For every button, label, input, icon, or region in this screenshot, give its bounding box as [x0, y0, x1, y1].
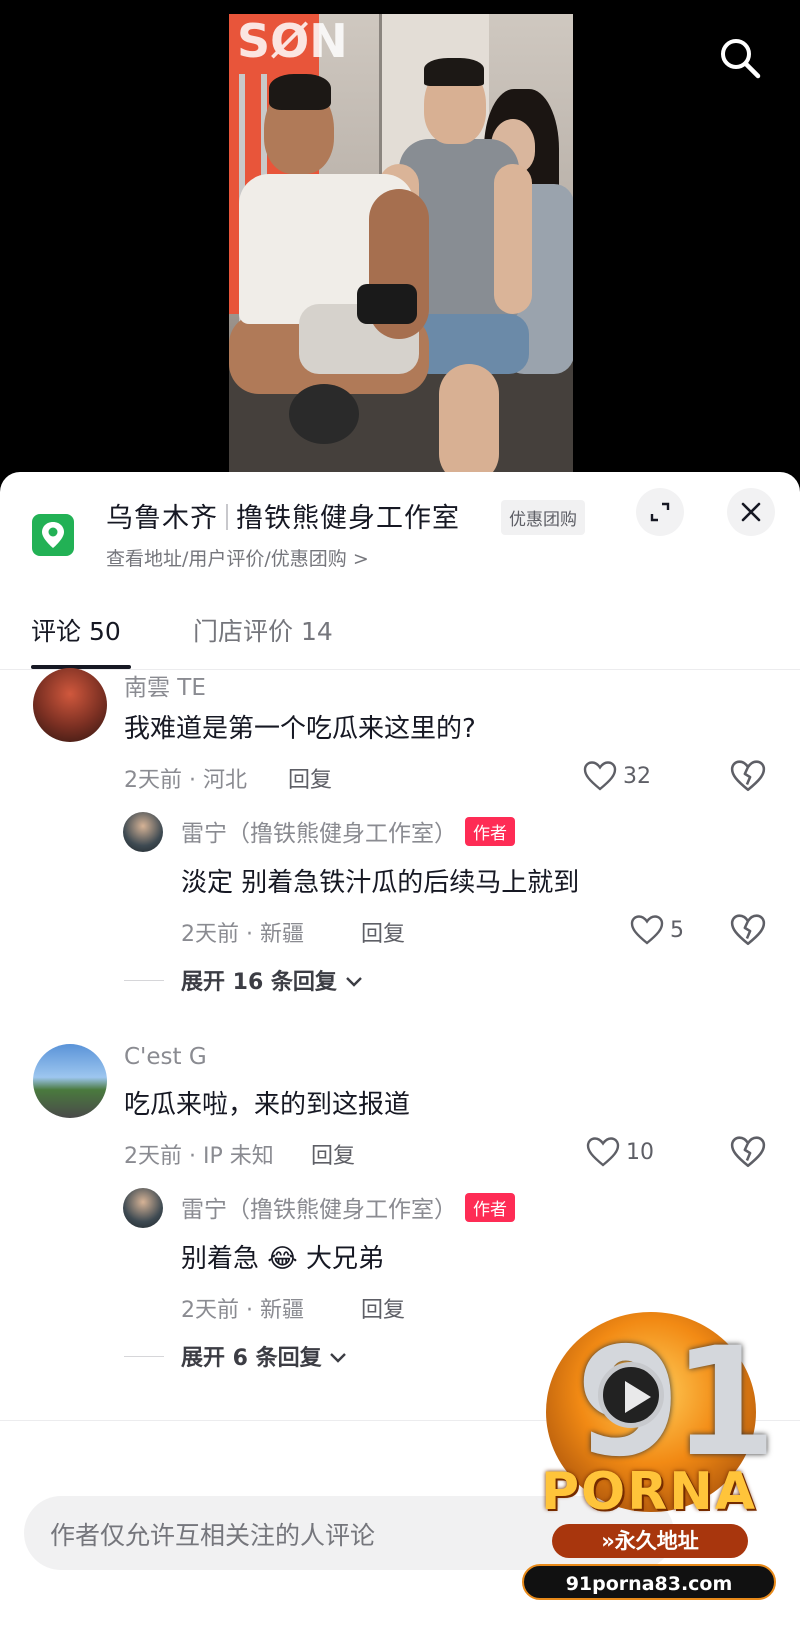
dislike-button[interactable] — [730, 1134, 766, 1170]
like-button[interactable]: 10 — [586, 1132, 654, 1172]
poi-name: 撸铁熊健身工作室 — [236, 503, 460, 534]
watermark-logo: 91 PORNA »永久地址 91porna83.com — [516, 1312, 782, 1602]
like-count: 32 — [623, 763, 651, 789]
expand-divider — [124, 980, 164, 981]
poi-city: 乌鲁木齐 — [106, 503, 218, 534]
like-button[interactable]: 5 — [630, 910, 684, 950]
author-badge: 作者 — [465, 817, 515, 846]
comment-author[interactable]: 南雲 TE — [124, 668, 206, 702]
like-count: 5 — [670, 917, 684, 943]
reply-meta: 2天前 · 新疆 — [181, 922, 304, 947]
author-badge: 作者 — [465, 1193, 515, 1222]
reply-button[interactable]: 回复 — [361, 916, 405, 948]
expand-replies-button[interactable]: 展开 6 条回复 — [181, 1340, 347, 1372]
reply-button[interactable]: 回复 — [311, 1138, 355, 1170]
person-2-legs — [439, 364, 499, 476]
video-frame[interactable]: SØN — [229, 14, 573, 476]
expand-button[interactable] — [636, 488, 684, 536]
expand-icon — [650, 502, 670, 522]
poi-card[interactable]: 乌鲁木齐 撸铁熊健身工作室 优惠团购 查看地址/用户评价/优惠团购 > — [0, 472, 800, 592]
heart-icon — [583, 761, 617, 791]
comment-item: 南雲 TE 我难道是第一个吃瓜来这里的? 2天前 · 河北 回复 32 雷宁（撸… — [0, 668, 800, 1008]
person-1-armband — [357, 284, 417, 324]
person-2-arm — [494, 164, 532, 314]
expand-divider — [124, 1356, 164, 1357]
search-icon — [721, 39, 761, 79]
poi-title[interactable]: 乌鲁木齐 撸铁熊健身工作室 — [106, 496, 460, 535]
chevron-down-icon — [345, 977, 362, 987]
expand-replies-button[interactable]: 展开 16 条回复 — [181, 964, 363, 996]
comment-text[interactable]: 我难道是第一个吃瓜来这里的? — [124, 708, 476, 745]
poi-divider — [226, 504, 228, 530]
reply-text[interactable]: 别着急 😂 大兄弟 — [181, 1238, 384, 1275]
like-count: 10 — [626, 1139, 654, 1165]
avatar[interactable] — [123, 1188, 163, 1228]
heart-icon — [630, 915, 664, 945]
group-buy-badge[interactable]: 优惠团购 — [501, 500, 585, 535]
dislike-button[interactable] — [730, 912, 766, 948]
reply-author[interactable]: 雷宁（撸铁熊健身工作室） 作者 — [181, 814, 515, 848]
search-button[interactable] — [716, 34, 764, 82]
person-2-hair — [424, 58, 484, 86]
location-pin-icon — [32, 514, 74, 556]
dislike-button[interactable] — [730, 758, 766, 794]
tab-comments[interactable]: 评论 50 — [31, 612, 121, 670]
reply-button[interactable]: 回复 — [288, 762, 332, 794]
reply-button[interactable]: 回复 — [361, 1292, 405, 1324]
broken-heart-icon — [730, 914, 766, 946]
reply-item: 雷宁（撸铁熊健身工作室） 作者 淡定 别着急铁汁瓜的后续马上就到 2天前 · 新疆… — [0, 812, 800, 962]
tab-store-reviews[interactable]: 门店评价 14 — [193, 612, 333, 670]
close-icon — [741, 502, 761, 522]
comment-text[interactable]: 吃瓜来啦，来的到这报道 — [124, 1084, 410, 1121]
tab-bar: 评论 50 门店评价 14 — [0, 612, 800, 670]
comment-meta: 2天前 · IP 未知 — [124, 1144, 274, 1169]
comment-meta: 2天前 · 河北 — [124, 768, 247, 793]
dumbbell — [289, 384, 359, 444]
close-button[interactable] — [727, 488, 775, 536]
heart-icon — [586, 1137, 620, 1167]
logo-tagline: »永久地址 — [552, 1524, 748, 1558]
reply-meta: 2天前 · 新疆 — [181, 1298, 304, 1323]
logo-url: 91porna83.com — [522, 1564, 776, 1600]
person-1-hair — [269, 74, 331, 110]
avatar[interactable] — [33, 1044, 107, 1118]
reply-author[interactable]: 雷宁（撸铁熊健身工作室） 作者 — [181, 1190, 515, 1224]
avatar[interactable] — [123, 812, 163, 852]
laughing-emoji: 😂 — [267, 1244, 298, 1274]
broken-heart-icon — [730, 1136, 766, 1168]
reply-text[interactable]: 淡定 别着急铁汁瓜的后续马上就到 — [181, 862, 579, 899]
poi-subtitle-link[interactable]: 查看地址/用户评价/优惠团购 > — [106, 544, 369, 571]
logo-brand: PORNA — [540, 1462, 758, 1522]
comment-author[interactable]: C'est G — [124, 1044, 207, 1070]
video-player[interactable]: SØN — [0, 0, 800, 490]
broken-heart-icon — [730, 760, 766, 792]
like-button[interactable]: 32 — [583, 756, 651, 796]
avatar[interactable] — [33, 668, 107, 742]
play-icon — [598, 1362, 664, 1428]
chevron-down-icon — [330, 1353, 347, 1363]
